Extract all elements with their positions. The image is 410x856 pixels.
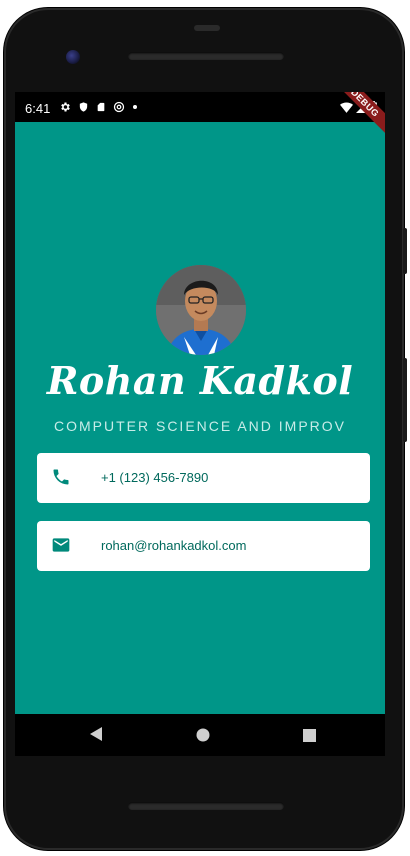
profile-content: Rohan Kadkol COMPUTER SCIENCE AND IMPROV… xyxy=(15,122,385,714)
avatar-photo xyxy=(156,265,246,355)
status-left-icons xyxy=(59,101,138,113)
top-speaker xyxy=(128,52,284,60)
wifi-icon xyxy=(340,101,353,113)
profile-subtitle: COMPUTER SCIENCE AND IMPROV xyxy=(53,418,347,434)
phone-card[interactable]: +1 (123) 456-7890 xyxy=(37,453,370,503)
avatar xyxy=(156,265,246,355)
shield-icon xyxy=(79,102,88,112)
bottom-speaker xyxy=(128,802,284,810)
sd-card-icon xyxy=(97,102,105,112)
email-address: rohan@rohankadkol.com xyxy=(101,538,247,553)
device-notch xyxy=(194,25,220,31)
phone-number: +1 (123) 456-7890 xyxy=(101,470,209,485)
dot-icon xyxy=(133,105,137,109)
status-time: 6:41 xyxy=(25,101,51,116)
mail-icon xyxy=(51,535,71,559)
phone-icon xyxy=(51,467,71,491)
power-button xyxy=(403,358,407,442)
system-nav-bar xyxy=(15,714,385,756)
back-icon[interactable] xyxy=(89,726,103,746)
email-card[interactable]: rohan@rohankadkol.com xyxy=(37,521,370,571)
gear-icon xyxy=(61,102,70,112)
volume-button xyxy=(403,228,407,274)
status-bar: 6:41 DEBUG xyxy=(15,92,385,141)
home-icon[interactable] xyxy=(196,727,210,746)
front-camera xyxy=(66,50,80,64)
recents-icon[interactable] xyxy=(303,727,316,746)
at-sign-icon xyxy=(113,101,125,113)
profile-name: Rohan Kadkol xyxy=(46,358,354,403)
app-screen: 6:41 DEBUG Rohan Kadkol COMPUTER SCIENCE… xyxy=(15,92,385,714)
